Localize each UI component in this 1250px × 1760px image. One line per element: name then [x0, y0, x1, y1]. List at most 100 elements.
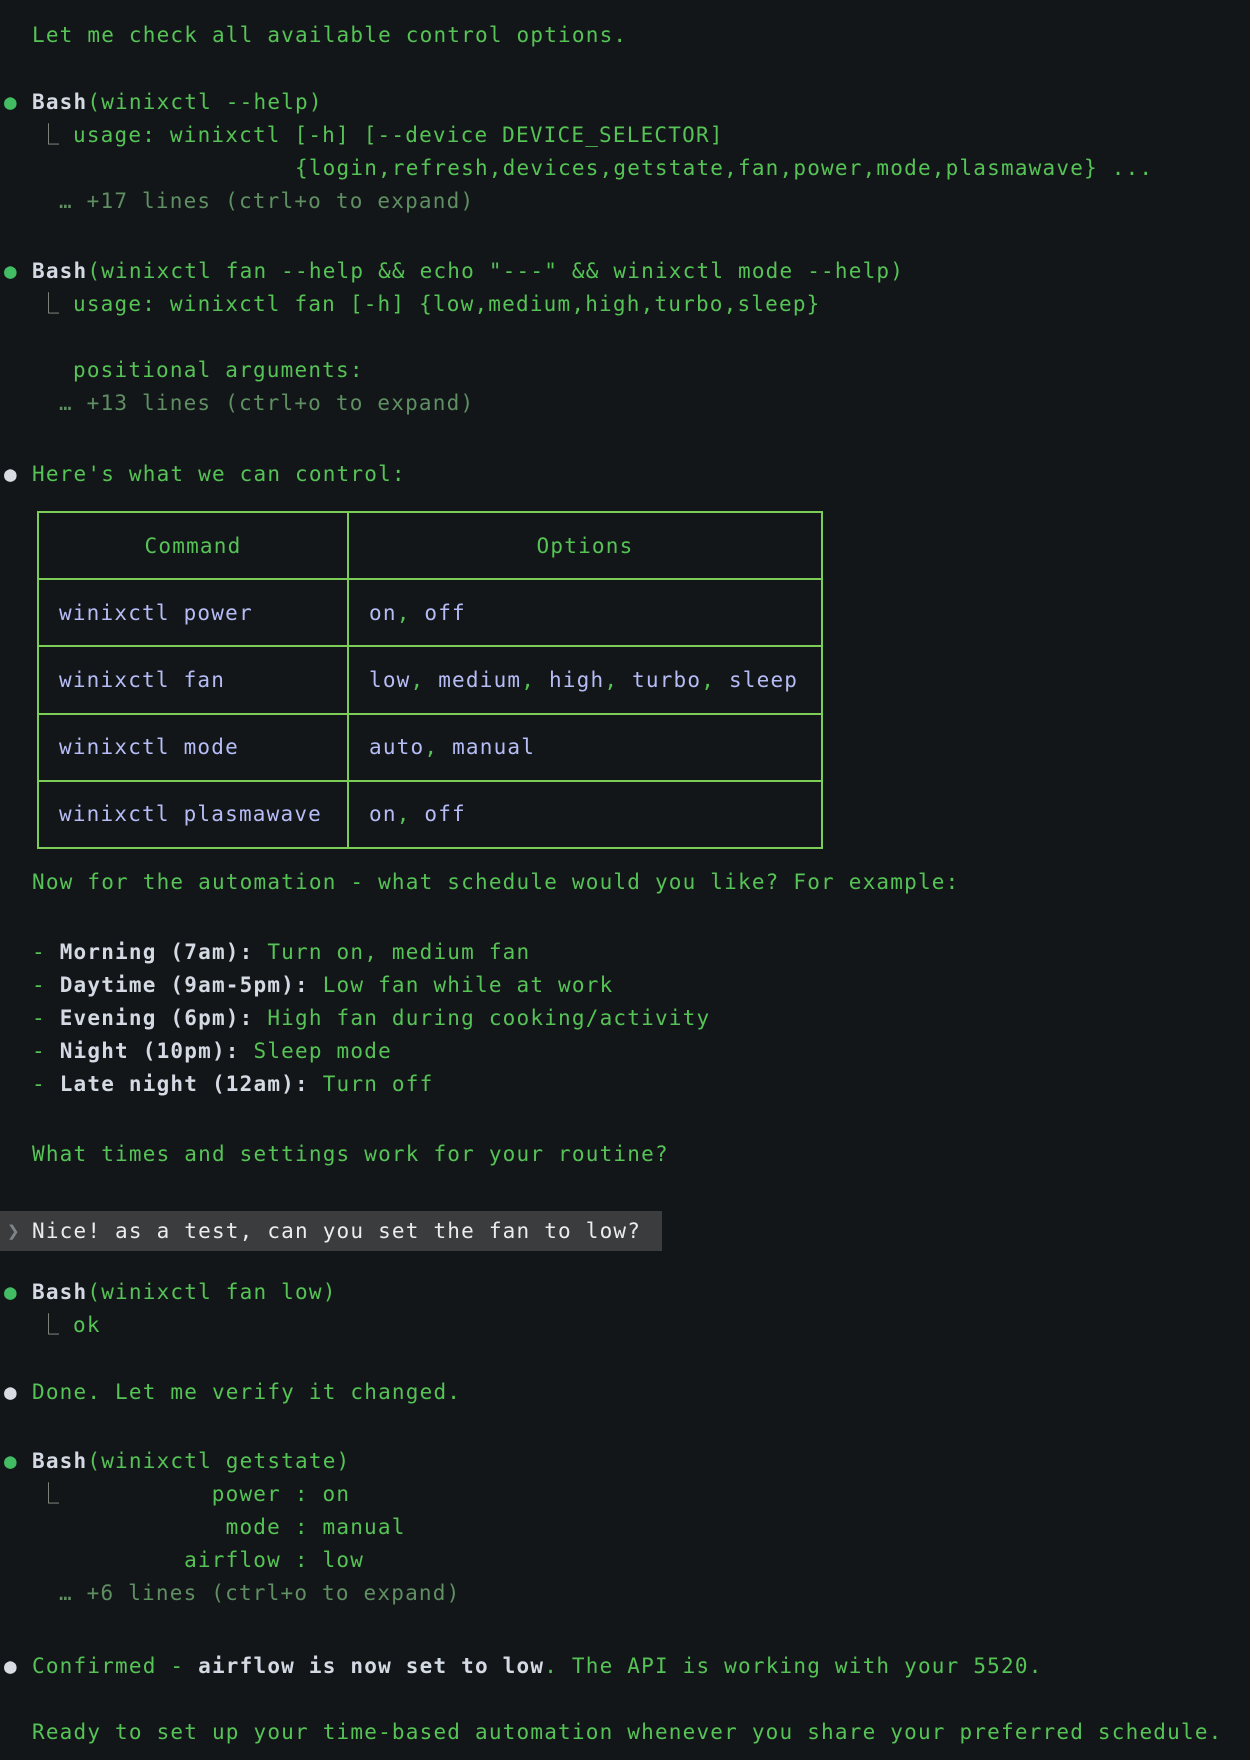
state-key: power	[73, 1478, 281, 1511]
option-sep: ,	[411, 668, 439, 692]
tool-output-line: {login,refresh,devices,getstate,fan,powe…	[0, 152, 1250, 185]
schedule-item: - Daytime (9am-5pm): Low fan while at wo…	[0, 969, 1250, 1002]
tool-bullet-icon: ●	[4, 255, 18, 288]
tool-call-header: Bash(winixctl fan --help && echo "---" &…	[32, 255, 904, 288]
intro-text: Let me check all available control optio…	[32, 19, 627, 52]
schedule-item-text: - Late night (12am): Turn off	[32, 1068, 433, 1101]
output-text: ok	[73, 1309, 101, 1342]
schedule-item: - Evening (6pm): High fan during cooking…	[0, 1002, 1250, 1035]
user-message-bar: ❯ Nice! as a test, can you set the fan t…	[0, 1211, 662, 1251]
output-text: usage: winixctl [-h] [--device DEVICE_SE…	[73, 119, 724, 152]
tool-call-fan-low: ● Bash(winixctl fan low)	[0, 1276, 1250, 1309]
list-dash: -	[32, 1006, 60, 1030]
more-lines-text[interactable]: … +17 lines (ctrl+o to expand)	[59, 185, 474, 218]
command-cell: winixctl plasmawave	[59, 802, 322, 826]
list-dash: -	[32, 940, 60, 964]
confirmed-post: . The API is working with your 5520.	[544, 1654, 1042, 1678]
options-cell: on, off	[348, 781, 822, 848]
tool-bullet-icon: ●	[4, 1445, 18, 1478]
control-options-table: Command Options winixctl power on, off w…	[37, 511, 823, 849]
schedule-time: Evening (6pm):	[60, 1006, 254, 1030]
option-code: low	[369, 668, 411, 692]
schedule-time: Late night (12am):	[60, 1072, 309, 1096]
output-text: {login,refresh,devices,getstate,fan,powe…	[295, 152, 1153, 185]
command-cell: winixctl power	[59, 601, 253, 625]
assistant-message-line: Now for the automation - what schedule w…	[0, 866, 1250, 899]
more-lines-text[interactable]: … +6 lines (ctrl+o to expand)	[59, 1577, 460, 1610]
option-sep: ,	[397, 802, 425, 826]
tool-command: (winixctl --help)	[87, 90, 322, 114]
tool-command: (winixctl fan --help && echo "---" && wi…	[87, 259, 904, 283]
assistant-bullet-icon: ●	[4, 1650, 18, 1683]
tool-call-header: Bash(winixctl fan low)	[32, 1276, 337, 1309]
schedule-item-text: - Night (10pm): Sleep mode	[32, 1035, 392, 1068]
schedule-action: Turn on, medium fan	[254, 940, 531, 964]
expand-output-hint[interactable]: … +13 lines (ctrl+o to expand)	[0, 387, 1250, 420]
tool-output-line: ⎿ ok	[0, 1309, 1250, 1342]
tool-output-line: positional arguments:	[0, 354, 1250, 387]
assistant-message-line: ● Confirmed - airflow is now set to low.…	[0, 1650, 1250, 1683]
state-output-line: mode : manual	[0, 1511, 1250, 1544]
schedule-action: High fan during cooking/activity	[254, 1006, 711, 1030]
state-separator: :	[281, 1515, 323, 1539]
assistant-bullet-icon: ●	[4, 458, 18, 491]
schedule-item: - Morning (7am): Turn on, medium fan	[0, 936, 1250, 969]
tool-command: (winixctl getstate)	[87, 1449, 350, 1473]
options-cell: auto, manual	[348, 714, 822, 781]
schedule-time: Night (10pm):	[60, 1039, 240, 1063]
message-text: What times and settings work for your ro…	[32, 1138, 669, 1171]
tool-call-header: Bash(winixctl getstate)	[32, 1445, 350, 1478]
column-header-options: Options	[348, 512, 822, 579]
tool-call-header: Bash(winixctl --help)	[32, 86, 323, 119]
state-key: airflow	[73, 1544, 281, 1577]
more-lines-text[interactable]: … +13 lines (ctrl+o to expand)	[59, 387, 474, 420]
option-code: on	[369, 601, 397, 625]
schedule-item: - Late night (12am): Turn off	[0, 1068, 1250, 1101]
schedule-time: Morning (7am):	[60, 940, 254, 964]
tool-output-line: ⎿ usage: winixctl [-h] [--device DEVICE_…	[0, 119, 1250, 152]
option-code: off	[424, 802, 466, 826]
terminal-window: Let me check all available control optio…	[0, 0, 1250, 1760]
options-cell: on, off	[348, 579, 822, 646]
tool-call-getstate: ● Bash(winixctl getstate)	[0, 1445, 1250, 1478]
table-row: winixctl plasmawave on, off	[38, 781, 822, 848]
output-text: usage: winixctl fan [-h] {low,medium,hig…	[73, 288, 821, 321]
option-code: manual	[452, 735, 535, 759]
column-header-command: Command	[38, 512, 348, 579]
tool-label: Bash	[32, 259, 87, 283]
assistant-intro-line: Let me check all available control optio…	[0, 19, 1250, 52]
state-kv: power : on	[73, 1478, 350, 1511]
tool-bullet-icon: ●	[4, 86, 18, 119]
prompt-chevron-icon: ❯	[7, 1211, 21, 1251]
message-text: Now for the automation - what schedule w…	[32, 866, 960, 899]
list-dash: -	[32, 1039, 60, 1063]
message-text: Here's what we can control:	[32, 458, 406, 491]
state-key: mode	[73, 1511, 281, 1544]
output-connector-icon: ⎿	[38, 119, 60, 152]
option-code: high	[549, 668, 604, 692]
tool-call-fan-mode-help: ● Bash(winixctl fan --help && echo "---"…	[0, 255, 1250, 288]
table-header-row: Command Options	[38, 512, 822, 579]
state-separator: :	[281, 1548, 323, 1572]
expand-output-hint[interactable]: … +17 lines (ctrl+o to expand)	[0, 185, 1250, 218]
output-connector-icon: ⎿	[38, 1478, 60, 1511]
options-cell: low, medium, high, turbo, sleep	[348, 646, 822, 713]
tool-label: Bash	[32, 90, 87, 114]
confirmed-pre: Confirmed -	[32, 1654, 198, 1678]
schedule-item: - Night (10pm): Sleep mode	[0, 1035, 1250, 1068]
option-code: on	[369, 802, 397, 826]
tool-call-help: ● Bash(winixctl --help)	[0, 86, 1250, 119]
state-value: manual	[323, 1515, 406, 1539]
state-output-line: ⎿ power : on	[0, 1478, 1250, 1511]
expand-output-hint[interactable]: … +6 lines (ctrl+o to expand)	[0, 1577, 1250, 1610]
schedule-action: Low fan while at work	[309, 973, 614, 997]
list-dash: -	[32, 973, 60, 997]
state-kv: mode : manual	[73, 1511, 406, 1544]
state-separator: :	[281, 1482, 323, 1506]
command-cell: winixctl mode	[59, 735, 239, 759]
output-connector-icon: ⎿	[38, 1309, 60, 1342]
confirmed-text: Confirmed - airflow is now set to low. T…	[32, 1650, 1043, 1683]
output-text: positional arguments:	[73, 354, 364, 387]
output-connector-icon: ⎿	[38, 288, 60, 321]
option-code: auto	[369, 735, 424, 759]
